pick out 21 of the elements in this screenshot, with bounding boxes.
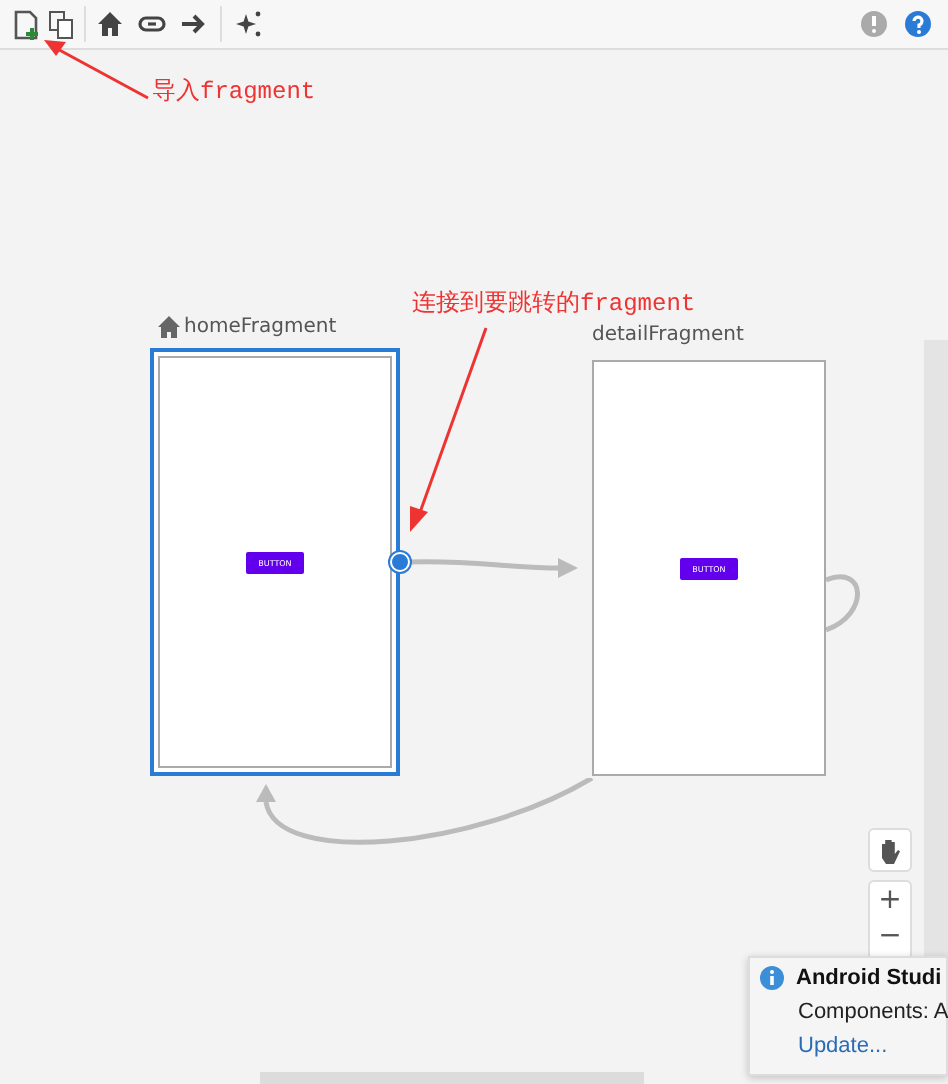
update-link[interactable]: Update... [760, 1034, 946, 1058]
arrow-icon[interactable] [180, 10, 208, 38]
info-icon [760, 966, 784, 990]
notification-text: Components: A [796, 1000, 946, 1024]
destination-name: detailFragment [592, 324, 744, 346]
destination-name: homeFragment [184, 316, 337, 338]
link-icon[interactable] [138, 10, 166, 38]
copy-icon[interactable] [48, 10, 76, 42]
sparkle-icon[interactable] [234, 10, 262, 38]
new-destination-icon[interactable] [12, 10, 40, 42]
annotation-text: 连接到要跳转的fragment [412, 288, 696, 320]
home-icon[interactable] [96, 10, 124, 38]
connection-handle[interactable] [390, 552, 410, 572]
warning-icon[interactable] [860, 10, 888, 38]
zoom-in-button[interactable]: + [878, 882, 902, 918]
zoom-out-button[interactable]: − [878, 918, 902, 954]
help-icon[interactable] [904, 10, 932, 38]
pan-button[interactable] [868, 828, 912, 872]
hand-icon [878, 837, 902, 863]
notification-title: Android Studi [796, 966, 942, 990]
annotation-text: 导入fragment [152, 76, 316, 108]
